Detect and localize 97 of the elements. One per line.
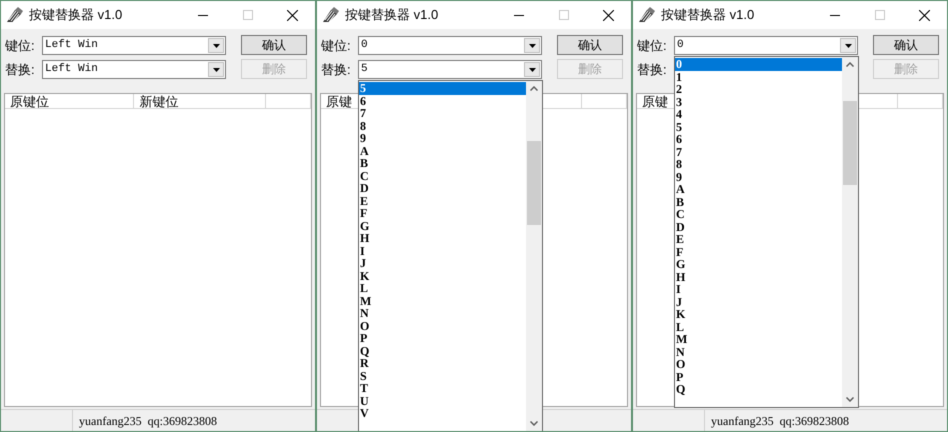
dropdown-option[interactable]: B (675, 196, 842, 208)
dropdown-field[interactable]: Left Win (42, 36, 226, 55)
dropdown-option[interactable]: 8 (359, 120, 526, 132)
dropdown-option[interactable]: N (675, 346, 842, 358)
dropdown-option[interactable]: N (359, 307, 526, 320)
confirm-button[interactable]: 确认 (241, 35, 307, 55)
dropdown-option[interactable]: F (675, 246, 842, 258)
field-label: 替换: (5, 60, 36, 79)
dropdown-option[interactable]: D (359, 182, 526, 194)
scroll-up-icon[interactable] (846, 62, 854, 67)
dropdown-option[interactable]: 6 (675, 133, 842, 146)
scrollbar[interactable] (526, 81, 542, 431)
dropdown-option[interactable]: 0 (675, 58, 842, 70)
dropdown-option[interactable]: E (359, 194, 526, 207)
dropdown-option[interactable]: R (359, 357, 526, 370)
dropdown-option[interactable]: E (675, 233, 842, 246)
dropdown-option[interactable]: F (359, 207, 526, 220)
app-icon (6, 7, 24, 23)
field-label: 替换: (637, 60, 668, 79)
dropdown-option[interactable]: C (675, 208, 842, 220)
scroll-up-icon[interactable] (530, 86, 538, 91)
dropdown-option[interactable]: G (359, 220, 526, 232)
scroll-down-icon[interactable] (846, 397, 854, 402)
minimize-icon[interactable] (514, 14, 524, 16)
window-title: 按键替换器 v1.0 (661, 6, 754, 24)
scrollbar[interactable] (842, 57, 858, 407)
window-title: 按键替换器 v1.0 (29, 6, 122, 24)
dropdown-option[interactable]: O (675, 358, 842, 370)
dropdown-option[interactable]: V (359, 407, 526, 420)
dropdown-arrow-icon[interactable] (844, 44, 852, 48)
column-header[interactable]: 新键位 (134, 94, 266, 109)
dropdown-option[interactable]: 7 (359, 107, 526, 120)
dropdown-option[interactable]: A (359, 144, 526, 157)
close-icon[interactable] (287, 10, 298, 20)
field-label: 键位: (637, 36, 668, 55)
dropdown-option[interactable]: 2 (675, 83, 842, 96)
dropdown-option[interactable]: L (675, 320, 842, 333)
dropdown-option[interactable]: 9 (675, 170, 842, 183)
dropdown-option[interactable]: K (359, 270, 526, 282)
dropdown-field[interactable]: Left Win (42, 60, 226, 79)
field-label: 键位: (321, 36, 352, 55)
dropdown-option[interactable]: G (675, 258, 842, 270)
dropdown-option[interactable]: 5 (359, 82, 526, 94)
dropdown-option[interactable]: S (359, 370, 526, 382)
dropdown-arrow-icon[interactable] (528, 68, 536, 72)
dropdown-option[interactable]: P (359, 332, 526, 344)
dropdown-option[interactable]: T (359, 382, 526, 394)
confirm-button[interactable]: 确认 (873, 35, 939, 55)
window-title: 按键替换器 v1.0 (345, 6, 438, 24)
dropdown-option[interactable]: P (675, 370, 842, 383)
dropdown-arrow-icon[interactable] (212, 68, 220, 72)
dropdown-arrow-icon[interactable] (528, 44, 536, 48)
dropdown-option[interactable]: L (359, 282, 526, 294)
app-icon (322, 7, 340, 23)
scroll-down-icon[interactable] (530, 421, 538, 426)
status-text: yuanfang235 qq:369823808 (79, 412, 217, 430)
dropdown-option[interactable]: O (359, 320, 526, 332)
dropdown-arrow-icon[interactable] (212, 44, 220, 48)
dropdown-option[interactable]: D (675, 220, 842, 233)
dropdown-option[interactable]: 9 (359, 132, 526, 144)
field-label: 键位: (5, 36, 36, 55)
confirm-button[interactable]: 确认 (557, 35, 623, 55)
dropdown-option[interactable]: 8 (675, 158, 842, 170)
dropdown-option[interactable]: I (675, 283, 842, 296)
dropdown-option[interactable]: Q (675, 383, 842, 396)
dropdown-field[interactable]: 0 (674, 36, 858, 55)
dropdown-option[interactable]: M (675, 333, 842, 346)
dropdown-field[interactable]: 5 (358, 60, 542, 79)
dropdown-field[interactable]: 0 (358, 36, 542, 55)
dropdown-option[interactable]: Q (359, 344, 526, 357)
dropdown-option[interactable]: 3 (675, 96, 842, 108)
scroll-thumb[interactable] (527, 141, 541, 225)
dropdown-option[interactable]: 1 (675, 70, 842, 83)
close-icon[interactable] (603, 10, 614, 20)
dropdown-option[interactable]: U (359, 394, 526, 407)
dropdown-option[interactable]: J (675, 296, 842, 308)
dropdown-option[interactable]: 4 (675, 108, 842, 120)
dropdown-option[interactable]: H (359, 232, 526, 244)
app-icon (638, 7, 656, 23)
dropdown-option[interactable]: 6 (359, 94, 526, 107)
dropdown-option[interactable]: B (359, 157, 526, 170)
column-header[interactable]: 原键位 (5, 94, 134, 109)
dropdown-option[interactable]: C (359, 170, 526, 182)
dropdown-option[interactable]: 7 (675, 146, 842, 158)
dropdown-option[interactable]: J (359, 257, 526, 270)
minimize-icon[interactable] (198, 14, 208, 16)
dropdown-option[interactable]: M (359, 294, 526, 307)
close-icon[interactable] (919, 10, 930, 20)
scroll-thumb[interactable] (843, 101, 857, 185)
dropdown-option[interactable]: A (675, 183, 842, 196)
field-label: 替换: (321, 60, 352, 79)
dropdown-option[interactable]: H (675, 270, 842, 283)
dropdown-option[interactable]: K (675, 308, 842, 320)
status-text: yuanfang235 qq:369823808 (711, 412, 849, 430)
minimize-icon[interactable] (830, 14, 840, 16)
dropdown-option[interactable]: 5 (675, 120, 842, 133)
dropdown-option[interactable]: I (359, 244, 526, 257)
